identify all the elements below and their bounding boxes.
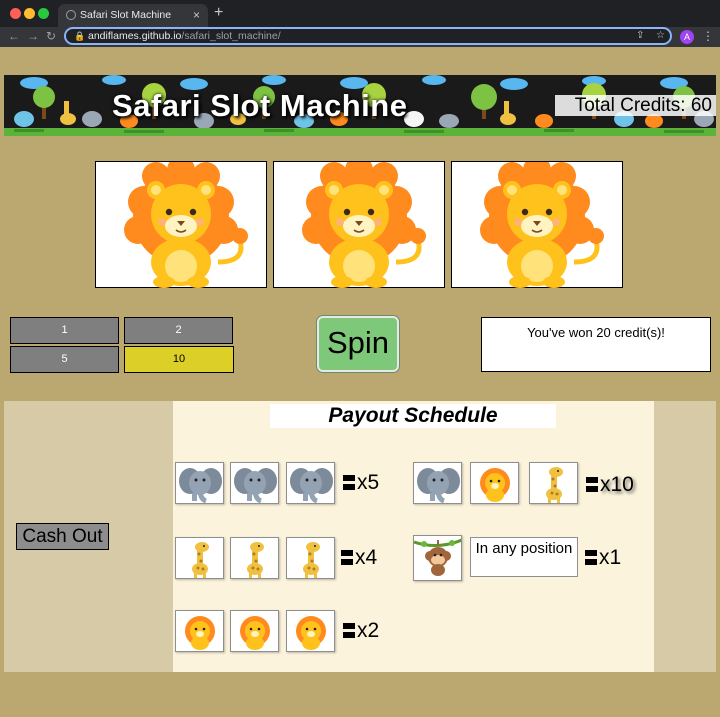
lion-icon [175,610,224,652]
result-message: You've won 20 credit(s)! [481,317,711,372]
any-position-label: In any position [470,537,578,577]
browser-toolbar: ← → ↻ 🔒 andiflames.github.io/safari_slot… [0,27,720,47]
elephant-icon [175,462,224,504]
reload-icon[interactable]: ↻ [46,29,56,43]
new-tab-icon[interactable]: + [214,4,223,22]
total-credits-display: Total Credits: 60 [555,95,716,116]
bet-button-10[interactable]: 10 [124,346,234,373]
bet-button-1[interactable]: 1 [10,317,119,344]
bookmark-star-icon[interactable]: ☆ [656,30,665,41]
monkey-icon [413,535,462,581]
address-url: andiflames.github.io/safari_slot_machine… [88,30,281,42]
reel-2 [273,161,445,288]
payout-title: Payout Schedule [270,404,556,428]
forward-icon[interactable]: → [27,29,39,43]
multiplier-monkey: x1 [585,546,621,570]
right-side-panel [654,401,716,672]
window-maximize-button[interactable] [38,8,49,19]
cash-out-button[interactable]: Cash Out [16,523,109,550]
reel-3 [451,161,623,288]
multiplier-giraffe-three: x4 [341,546,377,570]
giraffe-icon [286,537,335,579]
equals-icon [343,475,355,490]
profile-avatar[interactable]: A [680,30,694,44]
lion-icon [116,162,250,289]
window-minimize-button[interactable] [24,8,35,19]
multiplier-elephant-three: x5 [343,471,379,495]
game-title: Safari Slot Machine [112,88,408,123]
giraffe-icon [230,537,279,579]
lion-icon [294,162,428,289]
menu-kebab-icon[interactable]: ⋮ [702,29,714,43]
tab-title: Safari Slot Machine [80,9,172,21]
equals-icon [341,550,353,565]
share-icon[interactable]: ⇪ [636,30,644,41]
window-close-button[interactable] [10,8,21,19]
elephant-icon [230,462,279,504]
lion-icon [286,610,335,652]
payout-schedule: Payout Schedule x5 x10 x4 In any positio… [173,401,654,672]
reel-1 [95,161,267,288]
lion-icon [230,610,279,652]
spin-button[interactable]: Spin [317,316,399,372]
multiplier-mixed-combo: x10 [586,473,634,497]
equals-icon [585,550,597,565]
tab-close-icon[interactable]: × [193,8,200,22]
credits-value: 60 [690,95,712,116]
globe-icon [66,10,76,20]
address-bar[interactable]: 🔒 andiflames.github.io/safari_slot_machi… [64,27,672,45]
browser-tab[interactable]: Safari Slot Machine × [58,4,208,27]
elephant-icon [286,462,335,504]
browser-tab-bar: Safari Slot Machine × + [0,0,720,27]
header-banner: Safari Slot Machine Total Credits: 60 [4,75,716,136]
bet-button-5[interactable]: 5 [10,346,119,373]
multiplier-lion-three: x2 [343,619,379,643]
back-icon[interactable]: ← [8,29,20,43]
lock-icon: 🔒 [74,31,86,41]
lion-icon [470,462,519,504]
giraffe-icon [175,537,224,579]
giraffe-icon [529,462,578,504]
elephant-icon [413,462,462,504]
equals-icon [586,477,598,492]
bet-button-2[interactable]: 2 [124,317,233,344]
lion-icon [472,162,606,289]
equals-icon [343,623,355,638]
